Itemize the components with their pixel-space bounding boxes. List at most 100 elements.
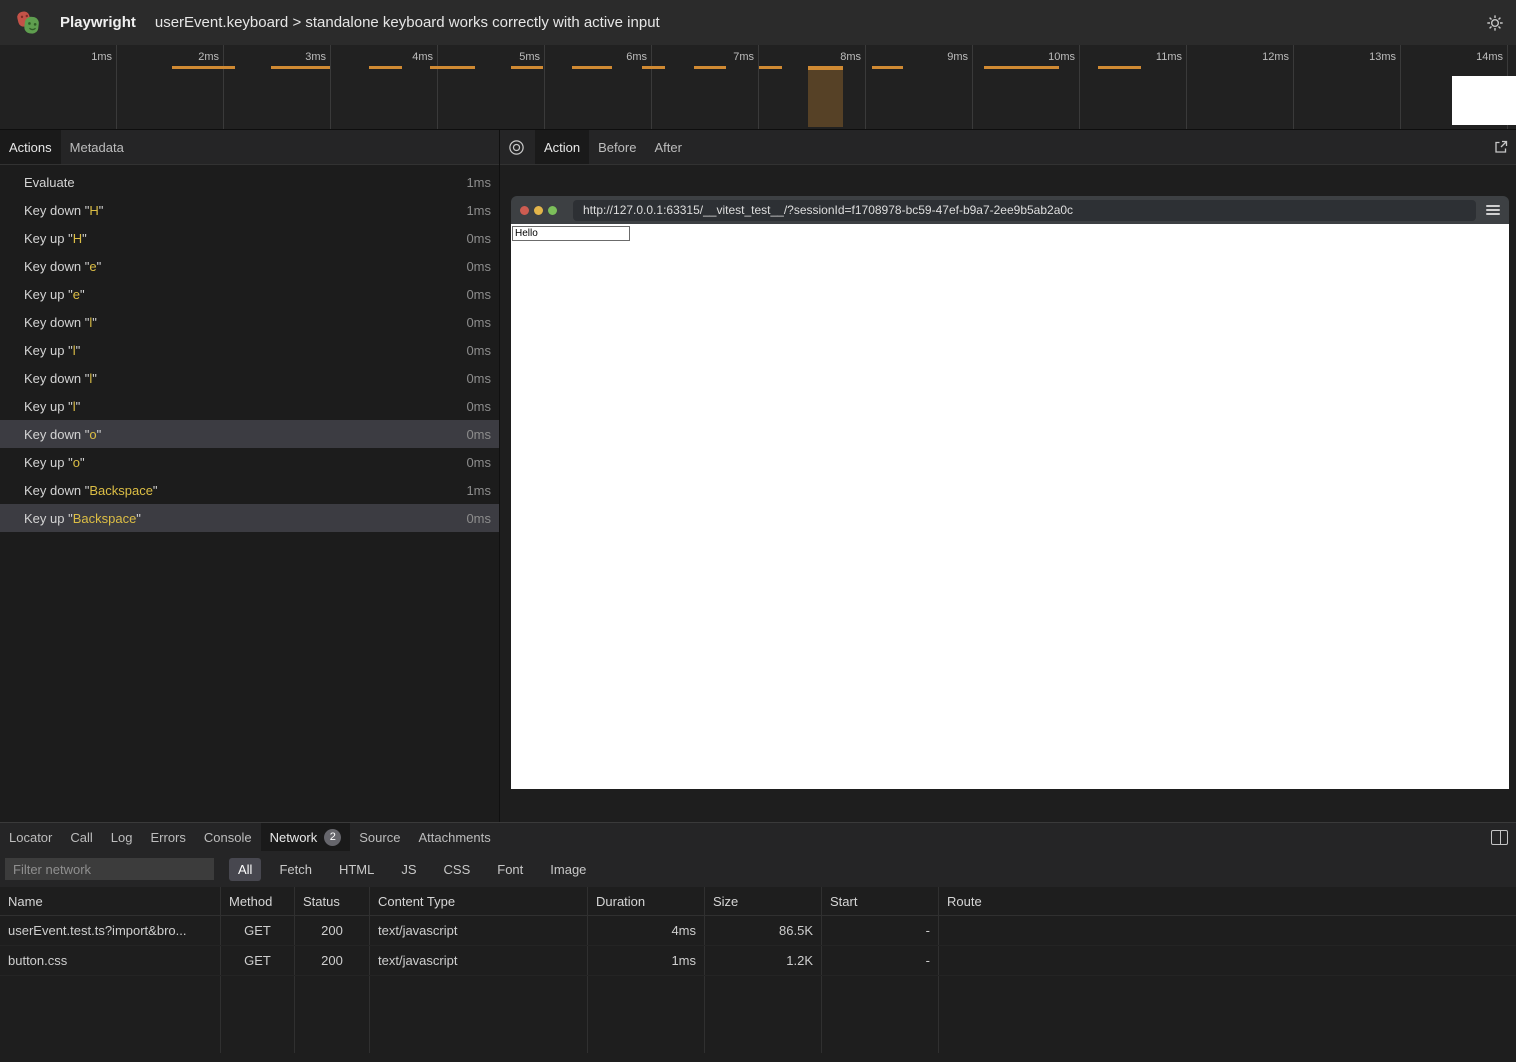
external-link-icon[interactable] (1494, 140, 1508, 154)
cell-route (939, 946, 1516, 975)
action-list-item[interactable]: Key down "e"0ms (0, 252, 499, 280)
action-duration: 0ms (466, 511, 491, 526)
timeline-tick-label: 4ms (373, 51, 433, 63)
action-list-item[interactable]: Key up "Backspace"0ms (0, 504, 499, 532)
action-duration: 1ms (466, 483, 491, 498)
cell-name: button.css (0, 946, 221, 975)
tab-network[interactable]: Network2 (261, 823, 351, 851)
action-list-item[interactable]: Key down "l"0ms (0, 364, 499, 392)
filter-chip-all[interactable]: All (229, 858, 261, 881)
action-title: Key down "Backspace" (24, 483, 158, 498)
tab-before[interactable]: Before (589, 130, 645, 164)
cell-route (939, 916, 1516, 945)
column-header-duration[interactable]: Duration (588, 887, 705, 915)
timeline-gridline (1186, 45, 1187, 129)
timeline-gridline (865, 45, 866, 129)
filter-chip-image[interactable]: Image (541, 858, 595, 881)
tab-errors[interactable]: Errors (141, 823, 194, 851)
timeline-gridline (223, 45, 224, 129)
tab-log[interactable]: Log (102, 823, 142, 851)
filler-cell (0, 976, 221, 1053)
action-duration: 0ms (466, 455, 491, 470)
timeline-action-bar (1098, 66, 1141, 69)
filter-chip-js[interactable]: JS (392, 858, 425, 881)
column-header-route[interactable]: Route (939, 887, 1516, 915)
timeline-strip[interactable]: 1ms2ms3ms4ms5ms6ms7ms8ms9ms10ms11ms12ms1… (0, 45, 1516, 130)
cell-content-type: text/javascript (370, 946, 588, 975)
action-list-item[interactable]: Key up "e"0ms (0, 280, 499, 308)
cell-status: 200 (295, 946, 370, 975)
traffic-light-green-icon (548, 206, 557, 215)
action-key-value: o (89, 427, 96, 442)
action-title: Key up "H" (24, 231, 87, 246)
network-request-row[interactable]: userEvent.test.ts?import&bro...GET200tex… (0, 916, 1516, 946)
timeline-gridline (972, 45, 973, 129)
tab-actions[interactable]: Actions (0, 130, 61, 164)
timeline-tick-label: 7ms (694, 51, 754, 63)
action-list-item[interactable]: Evaluate1ms (0, 168, 499, 196)
action-list-item[interactable]: Key up "o" 0ms (0, 448, 499, 476)
action-title: Key up "o" (24, 455, 85, 470)
tab-action[interactable]: Action (535, 130, 589, 164)
tab-attachments[interactable]: Attachments (409, 823, 499, 851)
action-duration: 0ms (466, 399, 491, 414)
column-header-method[interactable]: Method (221, 887, 295, 915)
snapshot-panel: ActionBeforeAfter http://127.0.0.1:63315… (500, 130, 1516, 822)
timeline-tick-label: 3ms (266, 51, 326, 63)
column-header-status[interactable]: Status (295, 887, 370, 915)
tab-locator[interactable]: Locator (0, 823, 61, 851)
timeline-gridline (544, 45, 545, 129)
timeline-action-bar (642, 66, 665, 69)
traffic-light-red-icon (520, 206, 529, 215)
tab-console[interactable]: Console (195, 823, 261, 851)
timeline-action-bar (172, 66, 235, 69)
action-title: Key down "l" (24, 315, 97, 330)
action-duration: 0ms (466, 343, 491, 358)
column-header-start[interactable]: Start (822, 887, 939, 915)
tab-source[interactable]: Source (350, 823, 409, 851)
network-request-row[interactable]: button.cssGET200text/javascript1ms1.2K- (0, 946, 1516, 976)
action-title: Key down "H" (24, 203, 103, 218)
tab-after[interactable]: After (645, 130, 690, 164)
action-list-item[interactable]: Key down "H"1ms (0, 196, 499, 224)
network-table-body: userEvent.test.ts?import&bro...GET200tex… (0, 916, 1516, 1053)
timeline-tick-label: 8ms (801, 51, 861, 63)
column-header-name[interactable]: Name (0, 887, 221, 915)
action-list-item[interactable]: Key down "o"0ms (0, 420, 499, 448)
action-key-value: H (73, 231, 82, 246)
cell-status: 200 (295, 916, 370, 945)
split-columns-icon[interactable] (1491, 830, 1508, 845)
action-list-item[interactable]: Key down "Backspace" 1ms (0, 476, 499, 504)
action-title: Key up "e" (24, 287, 85, 302)
tab-call[interactable]: Call (61, 823, 101, 851)
action-list-item[interactable]: Key up "l"0ms (0, 392, 499, 420)
settings-gear-icon[interactable] (1485, 13, 1505, 33)
filter-chip-fetch[interactable]: Fetch (270, 858, 321, 881)
target-icon[interactable] (508, 139, 525, 156)
timeline-gridline (1293, 45, 1294, 129)
action-list-item[interactable]: Key down "l"0ms (0, 308, 499, 336)
tab-metadata[interactable]: Metadata (61, 130, 133, 164)
filter-chip-html[interactable]: HTML (330, 858, 383, 881)
action-title: Key down "o" (24, 427, 101, 442)
filter-chip-css[interactable]: CSS (435, 858, 480, 881)
action-key-value: Backspace (89, 483, 153, 498)
action-list-item[interactable]: Key up "l"0ms (0, 336, 499, 364)
address-bar: http://127.0.0.1:63315/__vitest_test__/?… (573, 200, 1476, 221)
timeline-tick-label: 6ms (587, 51, 647, 63)
network-filter-input[interactable] (5, 858, 214, 880)
action-key-value: l (89, 371, 92, 386)
network-table: NameMethodStatusContent TypeDurationSize… (0, 887, 1516, 1053)
filter-chip-font[interactable]: Font (488, 858, 532, 881)
tab-label: Source (359, 830, 400, 845)
tab-label: Call (70, 830, 92, 845)
action-list: Evaluate1msKey down "H"1msKey up "H"0msK… (0, 168, 499, 532)
details-tabbar: Locator Call LogErrorsConsoleNetwork2 Sourc… (0, 823, 1516, 851)
timeline-gridline (1079, 45, 1080, 129)
timeline-action-bar (572, 66, 612, 69)
column-header-content-type[interactable]: Content Type (370, 887, 588, 915)
app-brand: Playwright (60, 14, 136, 31)
tab-label: Locator (9, 830, 52, 845)
column-header-size[interactable]: Size (705, 887, 822, 915)
action-list-item[interactable]: Key up "H"0ms (0, 224, 499, 252)
